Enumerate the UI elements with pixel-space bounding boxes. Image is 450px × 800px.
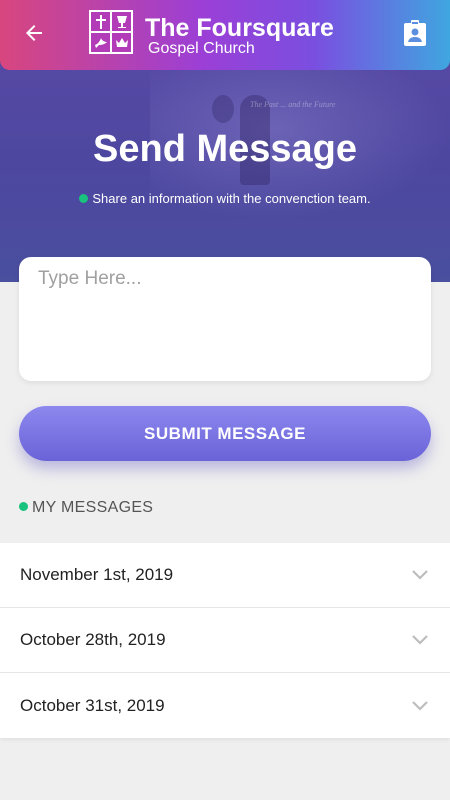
section-dot (19, 502, 28, 512)
arrow-left-icon (22, 21, 46, 50)
dove-icon (91, 33, 110, 52)
my-messages-label: MY MESSAGES (32, 499, 154, 516)
message-date: October 28th, 2019 (20, 630, 166, 649)
message-item[interactable]: November 1st, 2019 (0, 543, 450, 608)
crown-icon (112, 33, 131, 52)
chevron-down-icon[interactable] (410, 696, 430, 716)
chevron-down-icon[interactable] (410, 565, 430, 585)
messages-list: November 1st, 2019 October 28th, 2019 Oc… (0, 543, 450, 738)
clipboard-button[interactable] (400, 19, 430, 51)
clipboard-account-icon (402, 19, 428, 52)
my-messages-heading: MY MESSAGES (19, 499, 153, 517)
page-subtitle: Share an information with the convenctio… (0, 191, 450, 206)
page-title: Send Message (93, 128, 357, 170)
app-bar: The Foursquare Gospel Church (0, 0, 450, 70)
chevron-down-icon[interactable] (410, 630, 430, 650)
status-dot (79, 194, 89, 204)
submit-message-button[interactable]: SUBMIT MESSAGE (19, 406, 431, 461)
cup-icon (112, 12, 131, 31)
app-subtitle: Gospel Church (148, 40, 255, 57)
cross-icon (91, 12, 110, 31)
hero-background-caption: The Past ... and the Future (250, 100, 336, 109)
message-item[interactable]: October 31st, 2019 (0, 673, 450, 738)
page-subtitle-text: Share an information with the convenctio… (92, 191, 371, 206)
message-item[interactable]: October 28th, 2019 (0, 608, 450, 673)
church-logo (89, 10, 133, 54)
app-title: The Foursquare (145, 14, 334, 42)
message-date: November 1st, 2019 (20, 565, 174, 584)
message-date: October 31st, 2019 (20, 695, 165, 715)
back-button[interactable] (16, 17, 52, 53)
message-input[interactable] (19, 257, 431, 381)
hero-photo-figure (212, 95, 234, 123)
